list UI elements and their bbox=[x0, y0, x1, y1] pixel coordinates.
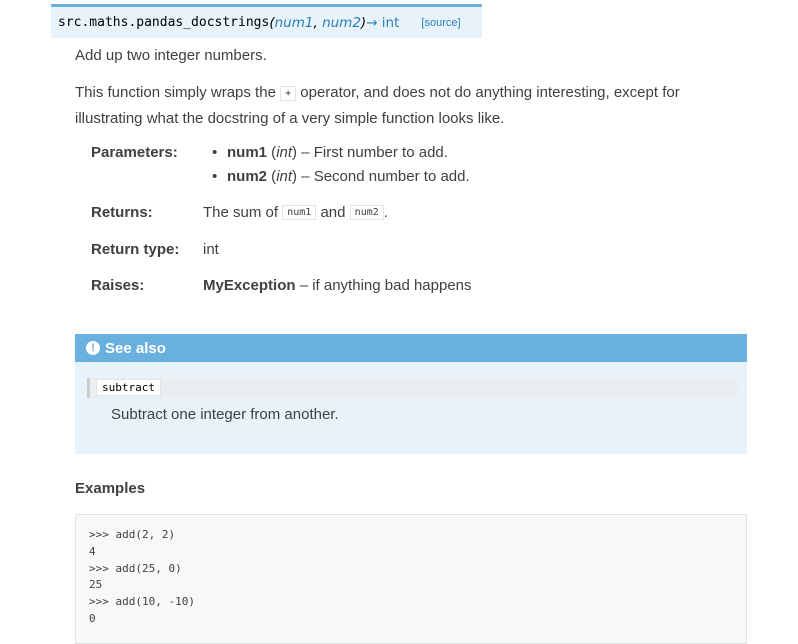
code-line: >>> add(10, -10) bbox=[89, 595, 195, 609]
see-also-item: subtract bbox=[87, 378, 738, 398]
returns-value: The sum of num1 and num2. bbox=[203, 204, 388, 221]
num1-code: num1 bbox=[282, 205, 317, 221]
examples-heading: Examples bbox=[75, 480, 146, 497]
code-line: >>> add(25, 0) bbox=[89, 561, 182, 575]
source-link[interactable]: [source] bbox=[421, 17, 460, 29]
return-type-label: Return type: bbox=[91, 241, 180, 258]
param-num1: num1 bbox=[274, 14, 314, 31]
description-text: This function simply wraps the + operato… bbox=[75, 84, 680, 127]
signature-params: (num1, num2) bbox=[269, 14, 367, 31]
param-num2: num2 bbox=[322, 14, 361, 31]
param-item: • num2 (int) – Second number to add. bbox=[212, 168, 470, 185]
function-name: src.maths.pandas_docstrings bbox=[58, 15, 270, 30]
subtract-link[interactable]: subtract bbox=[96, 379, 161, 396]
operator-code: + bbox=[280, 85, 297, 101]
raises-label: Raises: bbox=[91, 277, 145, 294]
parameters-label: Parameters: bbox=[91, 144, 178, 161]
return-annotation: → int bbox=[366, 14, 400, 31]
examples-code-block: >>> add(2, 2) 4 >>> add(25, 0) 25 >>> ad… bbox=[75, 514, 747, 644]
code-line: 4 bbox=[89, 544, 96, 558]
code-line: >>> add(2, 2) bbox=[89, 528, 176, 541]
info-icon: ! bbox=[86, 341, 100, 355]
exception-link[interactable]: MyException bbox=[203, 277, 296, 294]
raises-value: MyException – if anything bad happens bbox=[203, 277, 472, 294]
return-type-value: int bbox=[203, 241, 219, 258]
see-also-admonition: ! See also subtract Subtract one integer… bbox=[75, 334, 747, 454]
function-signature: src.maths.pandas_docstrings (num1, num2)… bbox=[51, 4, 482, 38]
see-also-title: ! See also bbox=[75, 334, 747, 362]
see-also-description: Subtract one integer from another. bbox=[111, 406, 339, 423]
returns-label: Returns: bbox=[91, 204, 153, 221]
num2-code: num2 bbox=[349, 205, 384, 221]
param-item: • num1 (int) – First number to add. bbox=[212, 144, 448, 161]
code-line: 25 bbox=[89, 578, 103, 592]
summary-text: Add up two integer numbers. bbox=[75, 47, 267, 64]
code-line: 0 bbox=[89, 611, 96, 625]
